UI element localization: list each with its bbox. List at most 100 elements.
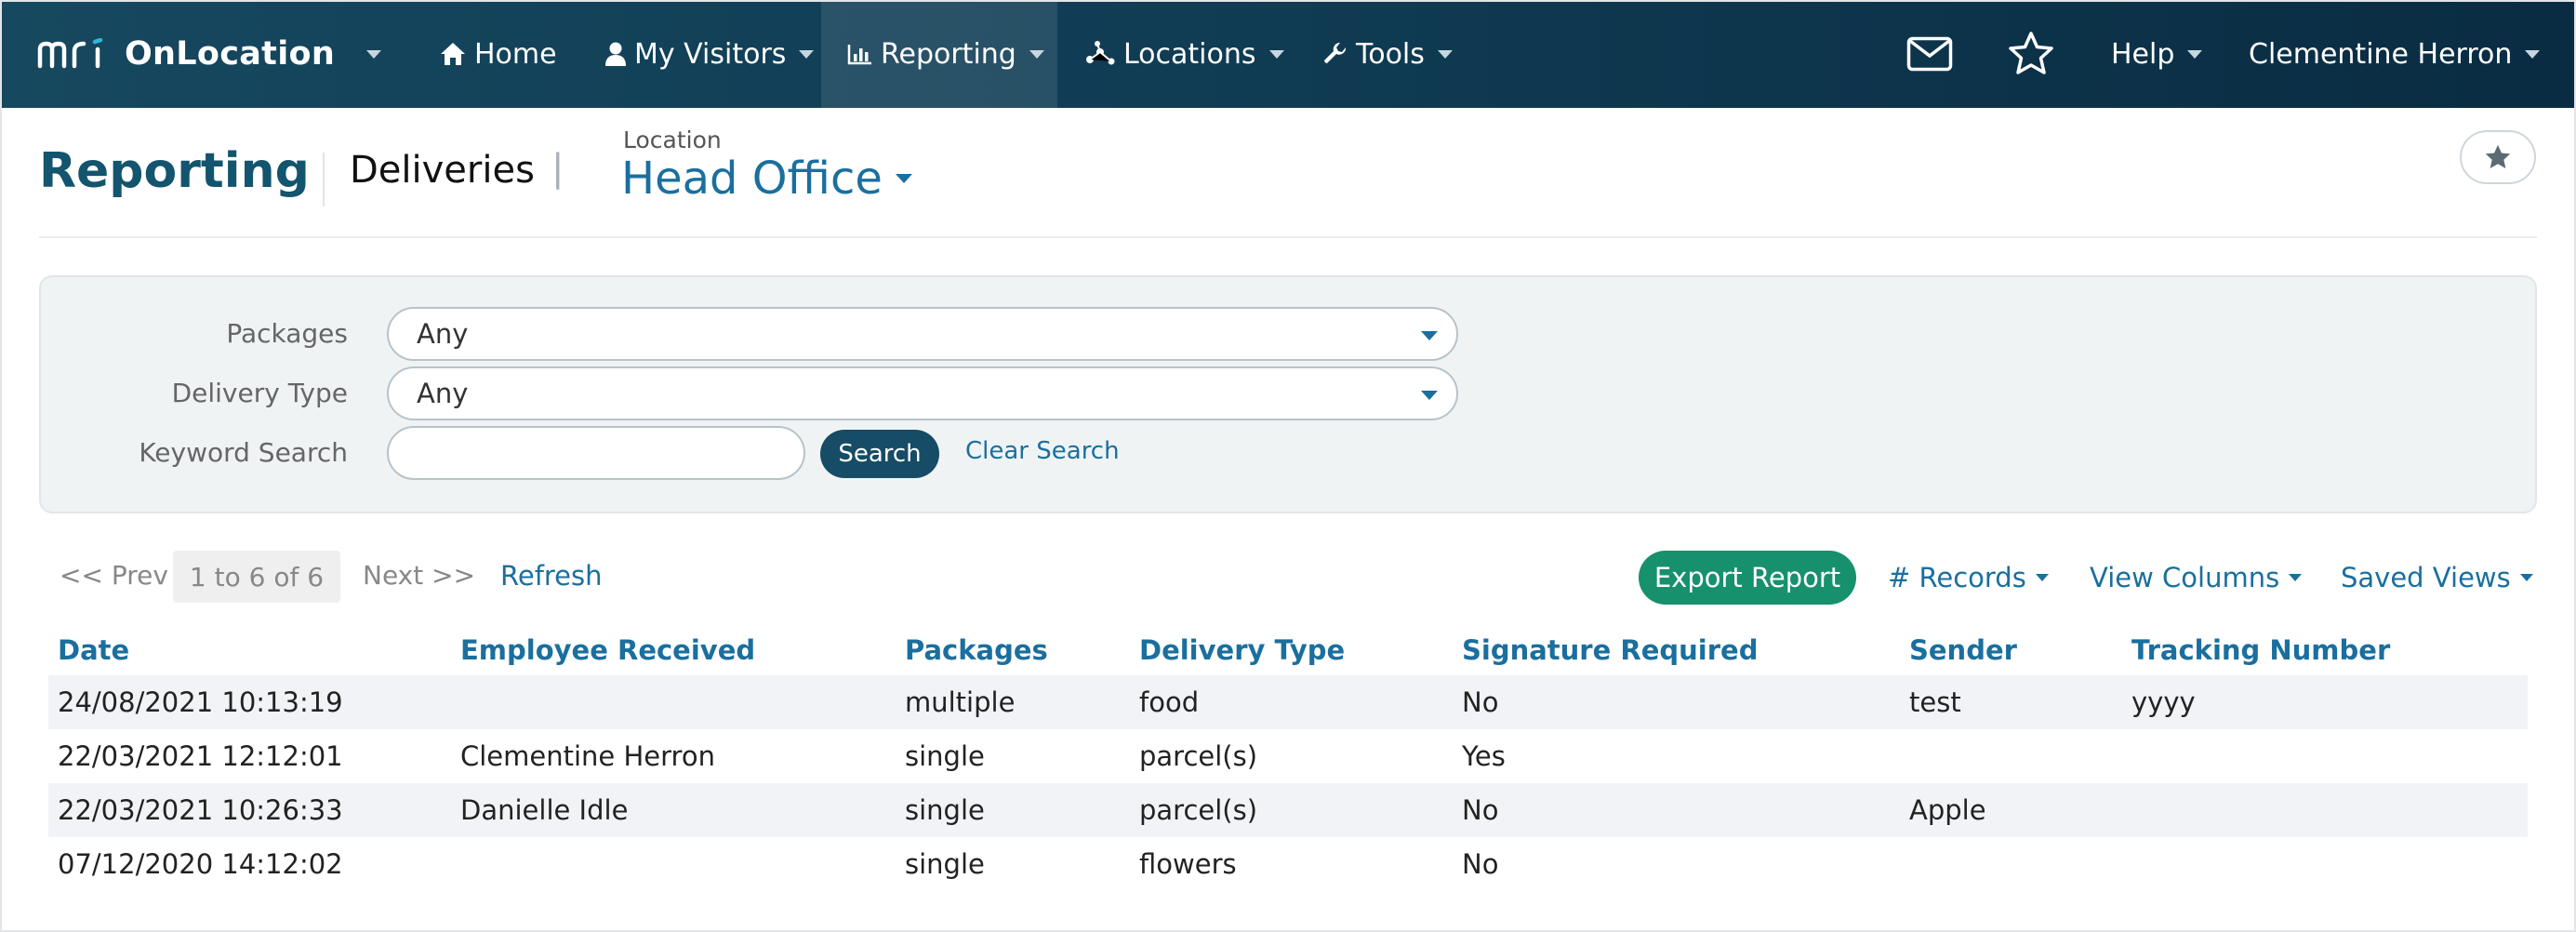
messages-button[interactable] — [1906, 0, 1953, 108]
table-row[interactable]: 22/03/2021 12:12:01 Clementine Herron si… — [48, 729, 2528, 783]
cell-tracking-number — [2122, 729, 2528, 783]
cell-employee-received: Clementine Herron — [460, 740, 715, 772]
nav-help-label: Help — [2111, 37, 2175, 71]
location-label: Location — [623, 126, 722, 153]
header-rule — [39, 236, 2537, 238]
cell-date: 24/08/2021 10:13:19 — [48, 675, 451, 729]
wrench-icon — [1322, 41, 1348, 67]
page-range: 1 to 6 of 6 — [173, 551, 340, 603]
nav-locations[interactable]: Locations — [1084, 0, 1284, 108]
cell-packages: single — [896, 783, 1130, 837]
section-title: Deliveries — [350, 149, 535, 192]
cell-signature-required: No — [1453, 675, 1900, 729]
brand[interactable]: OnLocation — [37, 33, 335, 74]
top-navbar: OnLocation Home My Visitors Reporting Lo… — [0, 0, 2576, 108]
packages-label: Packages — [226, 318, 348, 349]
nav-tools-label: Tools — [1356, 37, 1425, 71]
nav-my-visitors[interactable]: My Visitors — [604, 0, 815, 108]
page-header: Reporting Deliveries | Location Head Off… — [0, 108, 2576, 238]
cell-delivery-type: parcel(s) — [1139, 740, 1258, 772]
cell-date: 22/03/2021 12:12:01 — [58, 740, 343, 772]
delivery-type-select-value: Any — [417, 378, 469, 409]
column-header-signature-required[interactable]: Signature Required — [1453, 625, 1900, 675]
nav-locations-label: Locations — [1123, 37, 1256, 71]
chevron-down-icon — [1437, 49, 1453, 59]
table-row[interactable]: 22/03/2021 10:26:33 Danielle Idle single… — [48, 783, 2528, 837]
favorite-page-button[interactable] — [2460, 130, 2536, 184]
filter-panel: Packages Any Delivery Type Any Keyword S… — [39, 275, 2537, 513]
cell-delivery-type: flowers — [1139, 848, 1237, 880]
chevron-down-icon — [1268, 49, 1284, 59]
bar-chart-icon — [847, 43, 873, 65]
header-divider — [323, 153, 325, 206]
location-selector[interactable]: Head Office — [621, 153, 912, 205]
cell-sender: test — [1900, 675, 2122, 729]
column-header-employee-received[interactable]: Employee Received — [451, 625, 896, 675]
column-header-sender[interactable]: Sender — [1900, 625, 2122, 675]
chevron-down-icon — [1421, 331, 1438, 340]
nav-home-label: Home — [474, 37, 557, 71]
favorites-button[interactable] — [2007, 0, 2055, 108]
view-columns-dropdown[interactable]: View Columns — [2090, 562, 2303, 593]
next-page-button[interactable]: Next >> — [363, 560, 475, 591]
delivery-type-select[interactable]: Any — [387, 366, 1458, 420]
table-row[interactable]: 24/08/2021 10:13:19 multiple food No tes… — [48, 675, 2528, 729]
app-name: OnLocation — [125, 35, 336, 73]
packages-select-value: Any — [417, 318, 469, 350]
cell-delivery-type: parcel(s) — [1130, 783, 1453, 837]
page-title: Reporting — [39, 143, 310, 199]
nav-home[interactable]: Home — [439, 0, 557, 108]
delivery-type-label: Delivery Type — [171, 378, 348, 408]
user-icon — [604, 41, 627, 67]
chevron-down-icon — [2289, 574, 2303, 581]
clear-search-link[interactable]: Clear Search — [965, 437, 1120, 465]
cell-tracking-number — [2122, 783, 2528, 837]
nav-tools[interactable]: Tools — [1322, 0, 1453, 108]
mri-logo-icon — [37, 38, 103, 69]
nav-reporting-label: Reporting — [881, 37, 1016, 71]
chevron-down-icon — [2525, 49, 2541, 59]
nav-help[interactable]: Help — [2111, 0, 2203, 108]
cell-sender — [1900, 837, 2122, 891]
cell-date: 07/12/2020 14:12:02 — [58, 848, 343, 880]
export-report-button[interactable]: Export Report — [1639, 551, 1856, 605]
refresh-button[interactable]: Refresh — [500, 560, 603, 592]
header-separator: | — [551, 147, 564, 190]
keyword-search-input[interactable] — [387, 426, 805, 480]
column-header-tracking-number[interactable]: Tracking Number — [2122, 625, 2528, 675]
chevron-down-icon — [799, 49, 815, 59]
saved-views-dropdown[interactable]: Saved Views — [2341, 562, 2533, 593]
cell-employee-received: Danielle Idle — [451, 783, 896, 837]
app-switcher-chevron-icon[interactable] — [366, 50, 381, 59]
prev-page-button[interactable]: << Prev — [60, 560, 168, 591]
saved-views-dropdown-label: Saved Views — [2341, 562, 2511, 593]
network-icon — [1084, 41, 1116, 67]
records-dropdown[interactable]: # Records — [1888, 562, 2049, 593]
view-columns-dropdown-label: View Columns — [2090, 562, 2280, 593]
column-header-packages[interactable]: Packages — [896, 625, 1130, 675]
user-name: Clementine Herron — [2249, 37, 2513, 71]
cell-tracking-number — [2122, 837, 2528, 891]
chevron-down-icon — [895, 174, 912, 183]
chevron-down-icon — [2519, 574, 2533, 581]
location-value: Head Office — [621, 153, 883, 205]
user-menu[interactable]: Clementine Herron — [2249, 0, 2541, 108]
star-icon — [2485, 144, 2511, 168]
table-row[interactable]: 07/12/2020 14:12:02 single flowers No — [48, 837, 2528, 891]
records-dropdown-label: # Records — [1888, 562, 2026, 593]
cell-delivery-type: food — [1130, 675, 1453, 729]
search-button[interactable]: Search — [820, 430, 939, 478]
chevron-down-icon — [1421, 391, 1438, 400]
table-header-row: Date Employee Received Packages Delivery… — [48, 625, 2528, 675]
cell-sender — [1900, 729, 2122, 783]
cell-sender: Apple — [1900, 783, 2122, 837]
chevron-down-icon — [2035, 574, 2049, 581]
packages-select[interactable]: Any — [387, 307, 1458, 361]
keyword-search-label: Keyword Search — [139, 437, 348, 468]
deliveries-table: Date Employee Received Packages Delivery… — [48, 625, 2528, 891]
nav-reporting[interactable]: Reporting — [821, 0, 1057, 108]
chevron-down-icon — [2187, 49, 2203, 59]
cell-signature-required: Yes — [1462, 740, 1506, 772]
column-header-delivery-type[interactable]: Delivery Type — [1130, 625, 1453, 675]
column-header-date[interactable]: Date — [48, 625, 451, 675]
